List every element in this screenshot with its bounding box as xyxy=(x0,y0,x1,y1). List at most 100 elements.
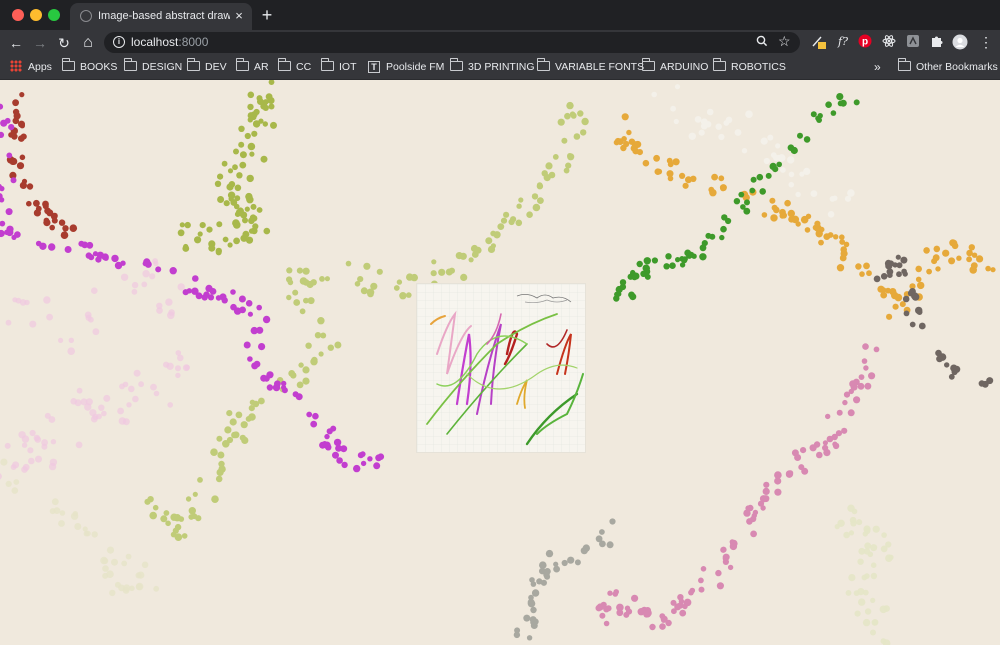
trail-dot xyxy=(257,98,264,105)
trail-dot xyxy=(891,291,899,300)
trail-dot xyxy=(497,223,505,231)
react-icon[interactable] xyxy=(881,34,897,50)
reload-button[interactable]: ↻ xyxy=(54,33,74,53)
bookmark-folder-3d-printing[interactable]: 3D PRINTING xyxy=(450,58,535,75)
trail-dot xyxy=(375,454,382,462)
bookmark-folder-dev[interactable]: DEV xyxy=(187,58,227,75)
puzzle-extensions-icon[interactable] xyxy=(929,34,945,50)
trail-dot xyxy=(915,276,922,283)
trail-dot xyxy=(613,589,619,595)
info-icon[interactable]: i xyxy=(113,36,125,48)
new-tab-button[interactable]: + xyxy=(258,4,276,26)
trail-dot xyxy=(545,162,553,170)
profile-avatar[interactable] xyxy=(952,34,968,50)
bookmark-folder-robotics[interactable]: ROBOTICS xyxy=(713,58,786,75)
trail-dot xyxy=(879,605,888,614)
trail-dot xyxy=(848,574,856,582)
url-text[interactable]: localhost:8000 xyxy=(131,35,208,49)
trail-dot xyxy=(169,267,177,275)
bookmark-folder-iot[interactable]: IOT xyxy=(321,58,357,75)
trail-dot xyxy=(302,377,310,385)
bookmark-folder-variable-fonts[interactable]: VARIABLE FONTS xyxy=(537,58,644,75)
trail-dot xyxy=(833,234,839,240)
trail-dot xyxy=(91,287,98,294)
trail-dot xyxy=(552,154,559,160)
back-button[interactable]: ← xyxy=(6,33,26,53)
bookmarks-overflow-button[interactable]: » xyxy=(874,59,881,75)
maximize-window-button[interactable] xyxy=(48,9,60,21)
trail-dot xyxy=(863,365,869,371)
trail-dot xyxy=(540,579,548,586)
trail-dot xyxy=(887,272,893,278)
trail-dot xyxy=(868,372,876,380)
search-icon[interactable] xyxy=(756,34,768,51)
bookmark-star-icon[interactable]: ☆ xyxy=(778,33,791,50)
trail-dot xyxy=(74,399,82,407)
bookmark-folder-cc[interactable]: CC xyxy=(278,58,311,75)
menu-icon[interactable]: ⋮ xyxy=(978,34,994,50)
active-tab[interactable]: Image-based abstract drawing × xyxy=(70,3,252,30)
forward-button[interactable]: → xyxy=(30,33,50,53)
trail-dot xyxy=(29,429,36,437)
minimize-window-button[interactable] xyxy=(30,9,42,21)
bookmark-label: Other Bookmarks xyxy=(916,61,998,73)
close-window-button[interactable] xyxy=(12,9,24,21)
trail-dot xyxy=(864,527,871,535)
drawing-canvas[interactable] xyxy=(0,80,1000,645)
bookmark-other-bookmarks[interactable]: Other Bookmarks xyxy=(898,58,998,75)
trail-dot xyxy=(698,586,705,593)
trail-dot xyxy=(700,566,707,572)
bookmark-poolside-fm[interactable]: T Poolside FM xyxy=(368,59,444,75)
trail-dot xyxy=(527,599,536,608)
trail-dot xyxy=(186,288,192,294)
trail-dot xyxy=(92,328,100,336)
trail-dot xyxy=(606,541,614,549)
bookmark-folder-books[interactable]: BOOKS xyxy=(62,58,117,75)
trail-dot xyxy=(95,256,102,263)
trail-dot xyxy=(738,191,745,198)
trail-dot xyxy=(122,381,129,388)
close-tab-icon[interactable]: × xyxy=(232,8,246,24)
pen-extension-icon[interactable] xyxy=(811,34,827,50)
trail-dot xyxy=(286,276,293,283)
trail-dot xyxy=(265,93,273,101)
trail-dot xyxy=(222,440,230,448)
trail-dot xyxy=(653,154,660,162)
trail-dot xyxy=(21,466,28,473)
trail-dot xyxy=(916,309,923,315)
trail-dot xyxy=(317,317,325,325)
trail-dot xyxy=(19,299,27,306)
trail-dot xyxy=(935,349,942,357)
bookmark-folder-arduino[interactable]: ARDUINO xyxy=(642,58,708,75)
folder-icon xyxy=(450,58,463,71)
trail-dot xyxy=(642,159,650,167)
trail-dot xyxy=(886,313,893,320)
pinterest-icon[interactable]: p xyxy=(857,34,873,50)
trail-dot xyxy=(716,582,725,590)
folder-icon xyxy=(321,58,334,71)
trail-dot xyxy=(858,598,866,606)
trail-dot xyxy=(249,399,256,405)
trail-dot xyxy=(243,341,251,349)
bookmark-apps[interactable]: Apps xyxy=(10,59,52,75)
box-extension-icon[interactable] xyxy=(905,34,921,50)
bookmark-folder-design[interactable]: DESIGN xyxy=(124,58,182,75)
address-bar[interactable]: i localhost:8000 ☆ xyxy=(104,32,800,53)
trail-dot xyxy=(245,300,253,307)
trail-dot xyxy=(819,226,825,233)
bookmark-folder-ar[interactable]: AR xyxy=(236,58,269,75)
trail-dot xyxy=(341,461,348,469)
trail-dot xyxy=(353,464,361,473)
trail-dot xyxy=(242,217,248,224)
trail-dot xyxy=(526,635,533,641)
home-button[interactable]: ⌂ xyxy=(78,33,98,53)
trail-dot xyxy=(844,195,852,202)
trail-dot xyxy=(19,181,27,189)
trail-dot xyxy=(26,183,34,190)
trail-dot xyxy=(246,174,254,183)
trail-dot xyxy=(745,110,753,118)
font-extension-icon[interactable]: f? xyxy=(835,34,851,50)
trail-dot xyxy=(247,356,253,362)
trail-dot xyxy=(324,433,330,440)
trail-dot xyxy=(909,321,916,328)
